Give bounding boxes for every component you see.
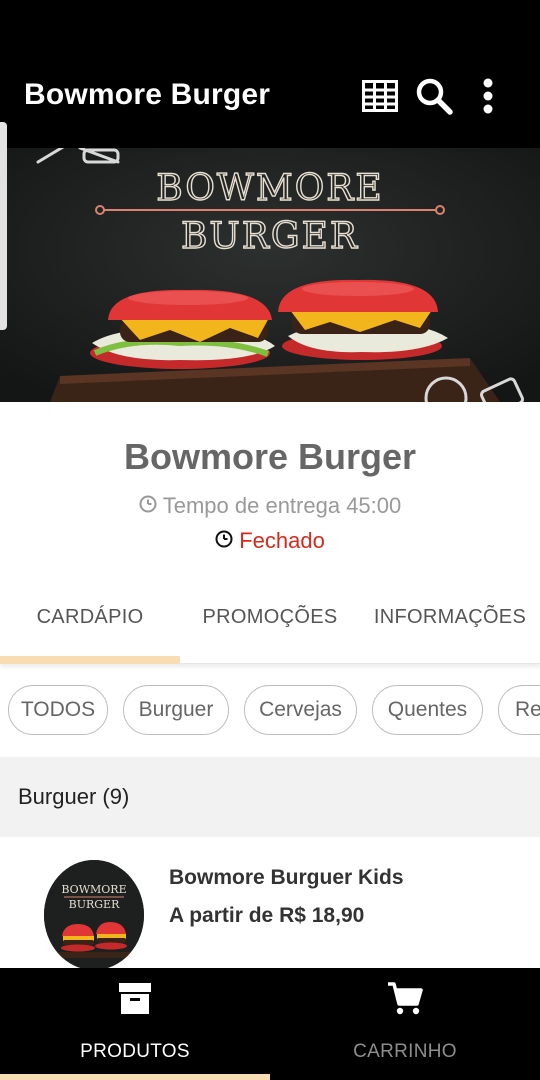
restaurant-name: Bowmore Burger <box>123 436 417 477</box>
chip-cervejas[interactable]: Cervejas <box>244 685 357 735</box>
bottom-navigation: PRODUTOS CARRINHO <box>0 968 540 1080</box>
hero-burger-right <box>278 279 448 360</box>
tab-informacoes[interactable]: INFORMAÇÕES <box>360 570 540 664</box>
chip-todos[interactable]: TODOS <box>8 685 108 735</box>
product-thumbnail[interactable]: BOWMORE BURGER <box>44 860 144 970</box>
clock-icon <box>215 528 233 554</box>
product-name[interactable]: Bowmore Burguer Kids <box>169 866 404 890</box>
delivery-time: Tempo de entrega 45:00 <box>0 493 540 519</box>
delivery-time-label: Tempo de entrega 45:00 <box>162 493 402 518</box>
nav-carrinho[interactable]: CARRINHO <box>270 968 540 1080</box>
status-bar <box>0 0 540 48</box>
tab-promocoes[interactable]: PROMOÇÕES <box>180 570 360 664</box>
archive-icon <box>115 978 155 1018</box>
cart-icon <box>385 978 425 1018</box>
chip-burguer[interactable]: Burguer <box>123 685 229 735</box>
tab-bar: CARDÁPIO PROMOÇÕES INFORMAÇÕES <box>0 570 540 664</box>
product-price: A partir de R$ 18,90 <box>169 904 365 927</box>
grid-view-icon[interactable] <box>358 74 402 118</box>
clock-icon <box>139 493 157 519</box>
tab-cardapio[interactable]: CARDÁPIO <box>0 570 180 664</box>
active-nav-indicator <box>0 1074 270 1080</box>
hero-logo-line2: BURGER <box>181 216 359 257</box>
section-header: Burguer (9) <box>0 757 540 837</box>
hero-logo-line1: BOWMORE <box>156 168 383 209</box>
side-drawer-handle[interactable] <box>0 122 7 330</box>
hero-banner: BOWMORE BURGER <box>0 148 540 402</box>
active-tab-indicator <box>0 656 180 664</box>
chip-quentes[interactable]: Quentes <box>372 685 483 735</box>
store-status-label: Fechado <box>239 528 325 553</box>
nav-produtos-label: PRODUTOS <box>80 1041 190 1062</box>
search-icon[interactable] <box>412 74 456 118</box>
chip-partial[interactable]: Re <box>498 685 540 735</box>
app-bar: Bowmore Burger <box>0 48 540 148</box>
nav-produtos[interactable]: PRODUTOS <box>0 968 270 1080</box>
nav-carrinho-label: CARRINHO <box>353 1041 457 1062</box>
category-chips: TODOS Burguer Cervejas Quentes Re <box>0 685 540 737</box>
store-status: Fechado <box>0 528 540 554</box>
app-title: Bowmore Burger <box>24 78 271 111</box>
more-vert-icon[interactable] <box>466 74 510 118</box>
thumb-logo-line1: BOWMORE <box>61 883 126 896</box>
thumb-logo-line2: BURGER <box>69 898 120 911</box>
